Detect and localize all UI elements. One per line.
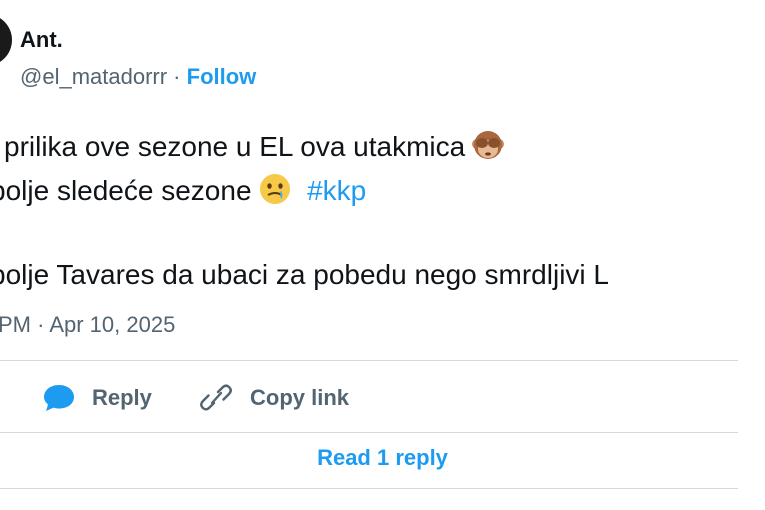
author-handle-line: @el_matadorrr · Follow: [20, 64, 256, 90]
hashtag-link[interactable]: #kkp: [307, 175, 366, 206]
see-no-evil-monkey-icon: [471, 128, 505, 170]
reply-label: Reply: [92, 385, 152, 410]
tweet-text-line-2: bolje sledeće sezone #kkp: [0, 172, 366, 214]
copy-link-button[interactable]: Copy link: [200, 378, 349, 418]
separator-dot: ·: [167, 64, 187, 89]
tweet-timestamp[interactable]: PM · Apr 10, 2025: [0, 312, 175, 338]
follow-button[interactable]: Follow: [187, 64, 257, 89]
copy-link-label: Copy link: [250, 385, 350, 410]
link-icon: [200, 384, 232, 411]
tweet-text-line-1: i prilika ove sezone u EL ova utakmica: [0, 128, 505, 170]
speech-bubble-icon: [44, 385, 74, 411]
divider: [0, 488, 738, 489]
tweet-text-line-3: bolje Tavares da ubaci za pobedu nego sm…: [0, 258, 609, 292]
author-handle[interactable]: @el_matadorrr: [20, 64, 167, 89]
reply-button[interactable]: Reply: [42, 378, 152, 418]
divider: [0, 432, 738, 433]
divider: [0, 360, 738, 361]
read-replies-button[interactable]: Read 1 reply: [0, 445, 765, 471]
tweet-text: bolje Tavares da ubaci za pobedu nego sm…: [0, 259, 609, 290]
tweet-card: Ant. @el_matadorrr · Follow i prilika ov…: [0, 0, 765, 510]
tweet-text: bolje sledeće sezone: [0, 175, 252, 206]
author-name[interactable]: Ant.: [20, 27, 63, 53]
avatar[interactable]: [0, 14, 12, 66]
face-holding-back-tears-icon: [258, 172, 292, 214]
tweet-text: i prilika ove sezone u EL ova utakmica: [0, 131, 466, 162]
